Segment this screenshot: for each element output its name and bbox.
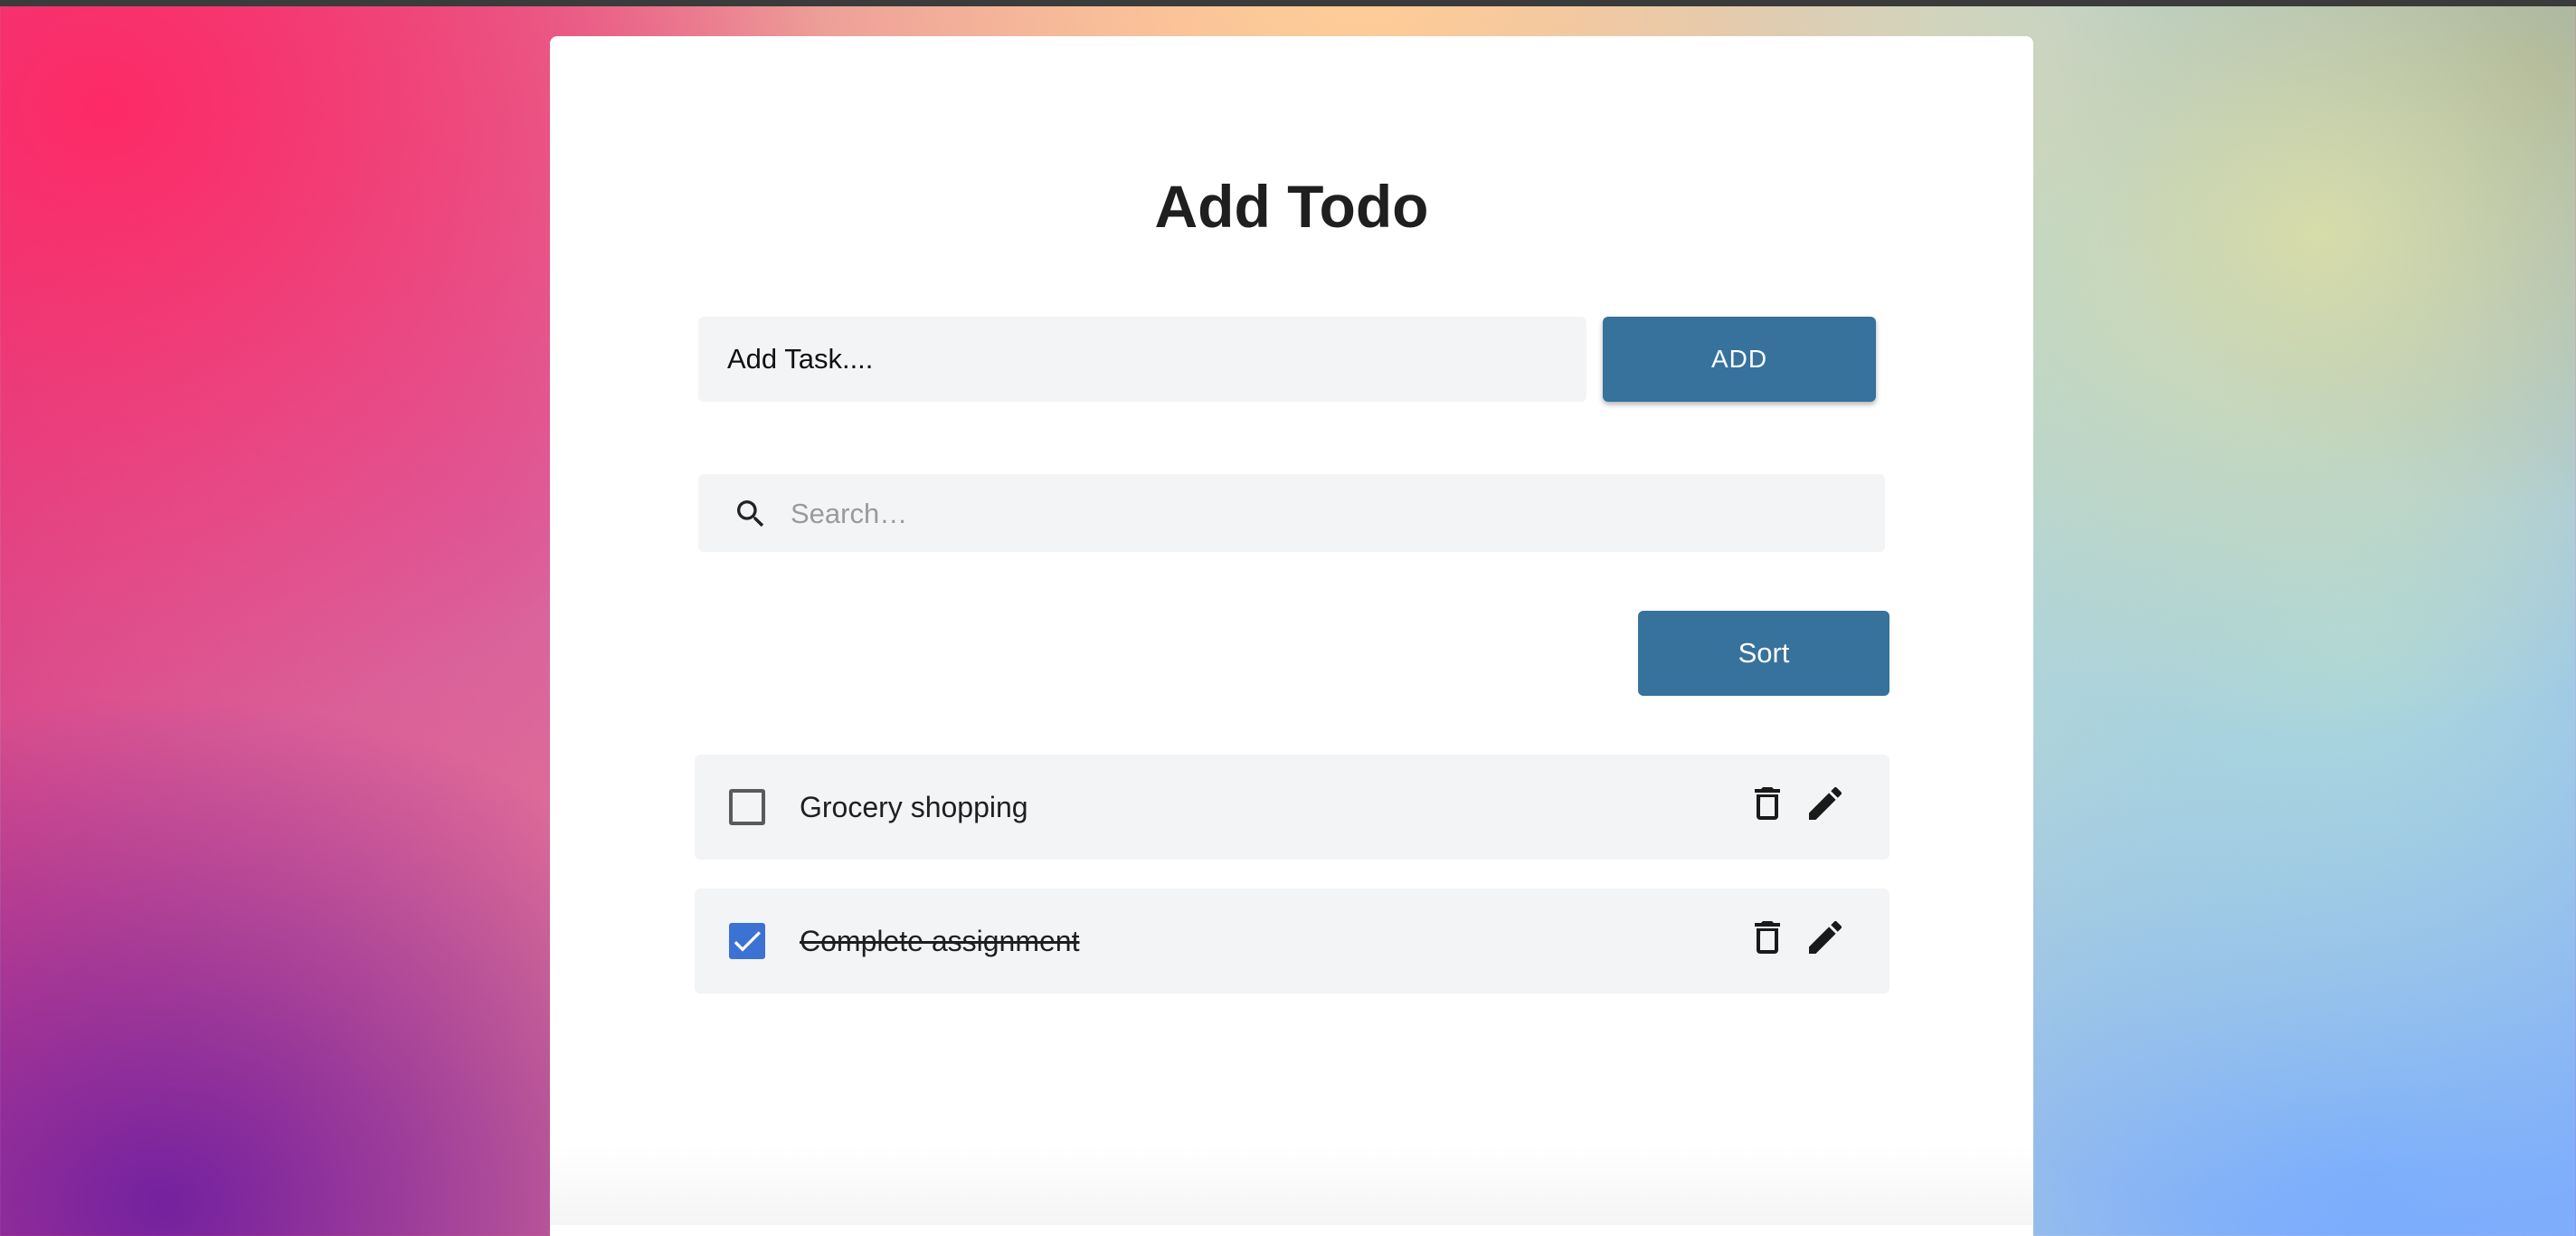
search-input[interactable]: [789, 474, 1860, 554]
sort-button[interactable]: Sort: [1638, 611, 1889, 696]
pencil-icon[interactable]: [1804, 782, 1847, 825]
todo-item: Complete assignment: [695, 889, 1889, 994]
todo-checkbox[interactable]: [729, 789, 765, 825]
todo-text: Complete assignment: [800, 925, 1080, 957]
todo-item: Grocery shopping: [695, 755, 1889, 860]
todo-checkbox[interactable]: [729, 923, 765, 959]
search-icon: [737, 500, 764, 528]
pencil-icon[interactable]: [1804, 916, 1847, 959]
checkmark-icon: [734, 931, 761, 952]
trash-icon[interactable]: [1746, 916, 1789, 959]
trash-icon[interactable]: [1746, 782, 1789, 825]
page-title: Add Todo: [1154, 173, 1429, 240]
todo-card: Add Todo ADD Sort Grocery shopping Compl…: [550, 36, 2033, 1236]
add-button[interactable]: ADD: [1603, 317, 1876, 402]
todo-text: Grocery shopping: [800, 791, 1028, 823]
add-task-input[interactable]: [698, 317, 1586, 402]
card-bottom-fade: [550, 1144, 2033, 1225]
search-box: [698, 474, 1885, 554]
window-top-edge: [0, 0, 2576, 6]
